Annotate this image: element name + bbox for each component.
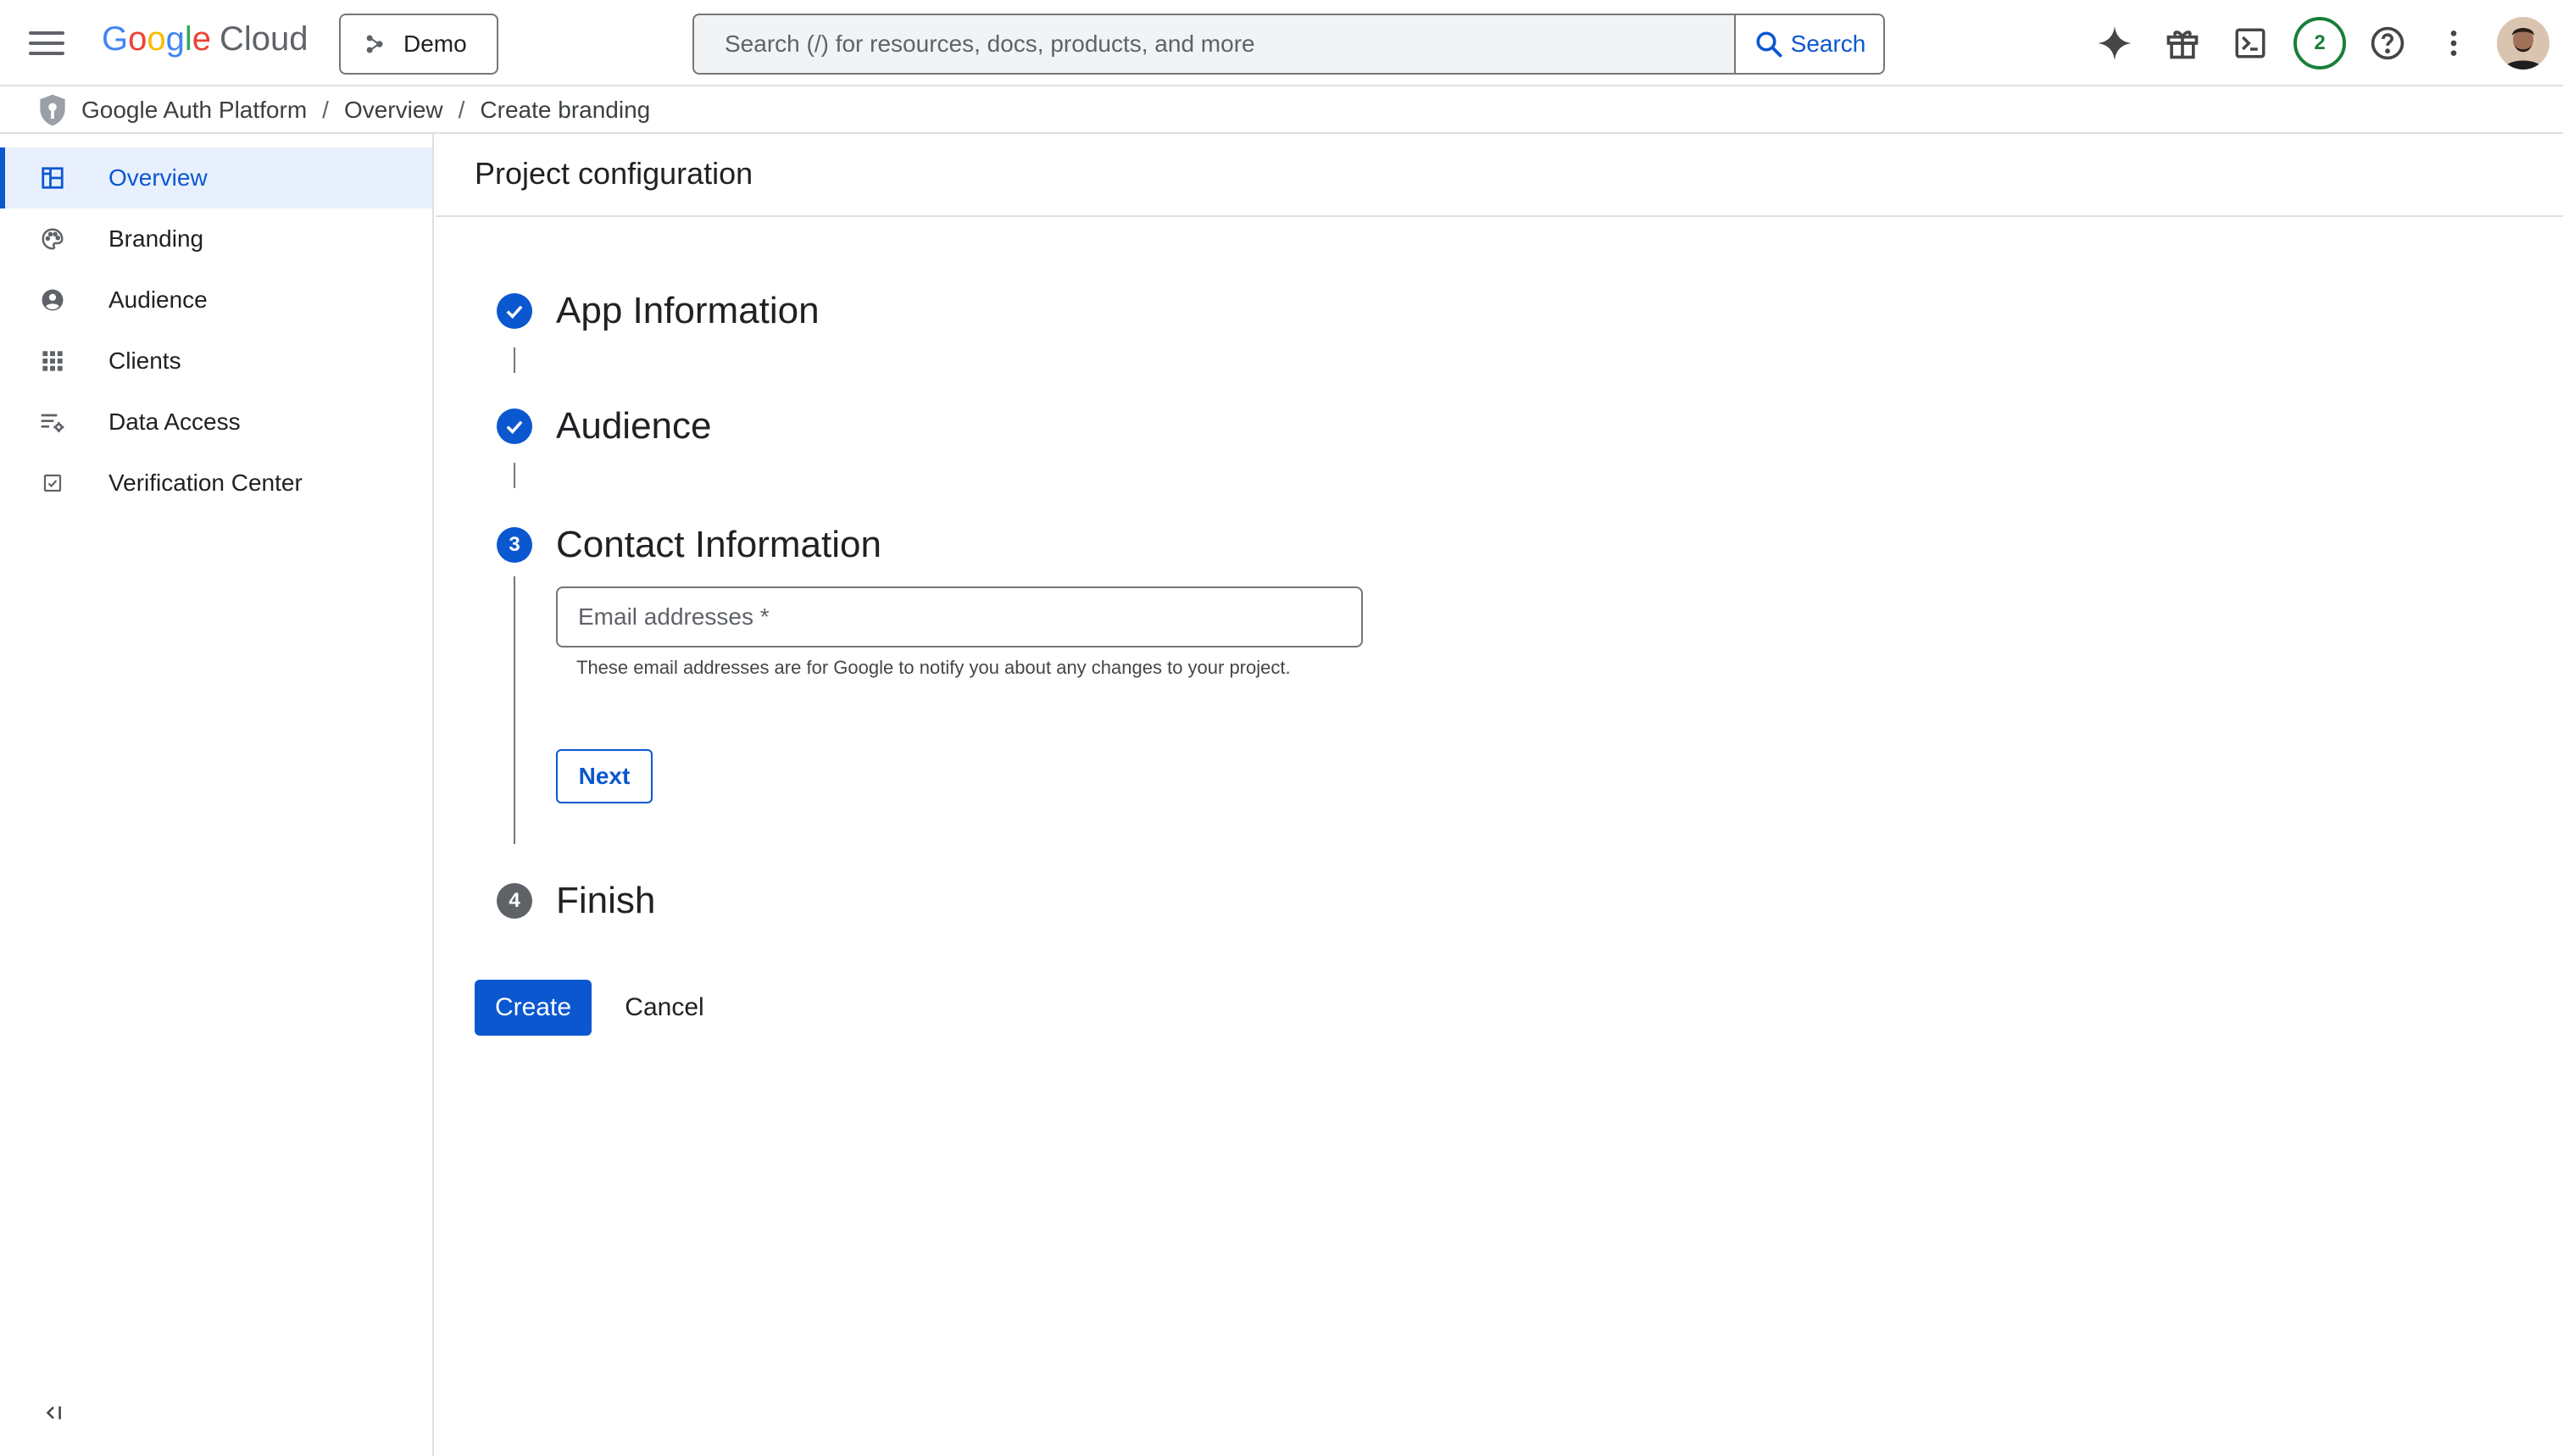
sidebar-item-audience[interactable]: Audience: [0, 270, 432, 331]
check-circle-icon: [497, 408, 532, 444]
search-button-label: Search: [1790, 31, 1866, 57]
page-title: Project configuration: [475, 156, 753, 191]
breadcrumb-overview[interactable]: Overview: [344, 97, 443, 124]
sidebar-item-label: Clients: [108, 347, 181, 374]
breadcrumb-auth-platform[interactable]: Google Auth Platform: [81, 97, 307, 124]
sidebar-item-data-access[interactable]: Data Access: [0, 392, 432, 453]
dashboard-icon: [39, 164, 66, 192]
notifications-badge[interactable]: 2: [2293, 17, 2346, 69]
search-icon: [1756, 31, 1782, 58]
breadcrumb-separator: /: [458, 97, 465, 123]
sidebar-item-verification-center[interactable]: Verification Center: [0, 453, 432, 514]
main-menu-icon[interactable]: [29, 25, 64, 61]
step-app-information[interactable]: App Information: [497, 290, 820, 331]
gift-icon[interactable]: [2160, 20, 2205, 66]
cloud-logo-word: Cloud: [220, 20, 309, 58]
sidebar-item-label: Audience: [108, 286, 208, 313]
breadcrumb-separator: /: [322, 97, 329, 123]
logo-letter: g: [165, 20, 185, 58]
page-header: Project configuration: [436, 134, 2563, 217]
sidebar-item-label: Verification Center: [108, 470, 303, 496]
palette-icon: [39, 225, 66, 253]
top-bar: Google Cloud Demo Search (/) for resourc…: [0, 0, 2563, 86]
search-input[interactable]: [725, 31, 1735, 58]
step-number-badge: 3: [497, 527, 532, 563]
sidebar-item-clients[interactable]: Clients: [0, 331, 432, 392]
sidebar-item-overview[interactable]: Overview: [0, 147, 432, 208]
step-title: Contact Information: [556, 524, 881, 565]
checkbox-icon: [39, 470, 66, 497]
step-title: Finish: [556, 880, 656, 921]
google-cloud-logo[interactable]: Google Cloud: [102, 20, 309, 64]
shield-key-icon: [40, 94, 65, 126]
data-settings-icon: [39, 408, 66, 436]
cancel-button[interactable]: Cancel: [614, 980, 715, 1036]
step-finish[interactable]: 4 Finish: [497, 880, 655, 921]
step-contact-information[interactable]: 3 Contact Information: [497, 524, 881, 565]
apps-grid-icon: [39, 347, 66, 375]
sidebar-item-branding[interactable]: Branding: [0, 208, 432, 270]
step-connector: [514, 463, 515, 488]
sidebar: Overview Branding Audience Clients Data …: [0, 134, 434, 1456]
account-circle-icon: [39, 286, 66, 314]
account-avatar[interactable]: [2497, 17, 2549, 69]
logo-letter: G: [102, 20, 129, 58]
sidebar-item-label: Overview: [108, 164, 208, 191]
gemini-sparkle-icon[interactable]: [2092, 20, 2138, 66]
sidebar-item-label: Data Access: [108, 408, 241, 435]
step-number-badge: 4: [497, 883, 532, 919]
logo-letter: o: [128, 20, 147, 58]
email-addresses-input[interactable]: [578, 603, 1361, 631]
create-button[interactable]: Create: [475, 980, 592, 1036]
breadcrumb: Google Auth Platform / Overview / Create…: [34, 88, 650, 132]
step-audience[interactable]: Audience: [497, 405, 711, 447]
logo-letter: o: [147, 20, 166, 58]
cloud-shell-icon[interactable]: [2227, 20, 2273, 66]
sidebar-item-label: Branding: [108, 225, 204, 252]
logo-letter: l: [184, 20, 192, 58]
project-label: Demo: [403, 31, 467, 57]
search-field[interactable]: [692, 14, 1735, 75]
help-icon[interactable]: [2365, 20, 2410, 66]
step-title: App Information: [556, 290, 820, 331]
step-connector: [514, 576, 515, 844]
google-logo-word: Google: [102, 20, 211, 58]
search-button[interactable]: Search: [1734, 14, 1885, 75]
collapse-sidebar-icon[interactable]: [39, 1398, 68, 1427]
check-circle-icon: [497, 293, 532, 329]
email-addresses-field[interactable]: [556, 586, 1363, 647]
more-vert-icon[interactable]: [2431, 20, 2477, 66]
next-button[interactable]: Next: [556, 749, 653, 803]
email-hint-text: These email addresses are for Google to …: [576, 657, 1291, 678]
project-hub-icon: [366, 35, 383, 53]
project-picker-button[interactable]: Demo: [339, 14, 498, 75]
step-connector: [514, 347, 515, 373]
step-title: Audience: [556, 405, 712, 447]
logo-letter: e: [192, 20, 212, 58]
breadcrumb-create-branding: Create branding: [480, 97, 651, 123]
